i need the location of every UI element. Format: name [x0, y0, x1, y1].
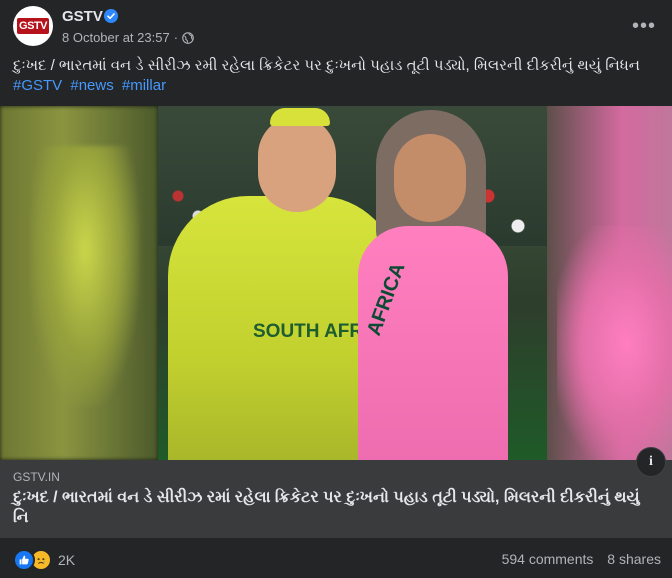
page-name-link[interactable]: GSTV: [62, 8, 103, 25]
shares-count[interactable]: 8 shares: [607, 551, 661, 567]
link-preview[interactable]: i GSTV.IN દુઃખદ / ભારતમાં વન ડે સીરીઝ રમ…: [0, 447, 672, 538]
gstv-logo: GSTV: [17, 18, 49, 34]
image-blur-right: [547, 106, 672, 460]
link-domain: GSTV.IN: [13, 470, 60, 484]
post-footer: 2K 594 comments 8 shares: [0, 538, 672, 578]
globe-icon[interactable]: [182, 31, 194, 44]
reactions-summary[interactable]: 2K: [13, 549, 75, 571]
verified-badge-icon: [104, 9, 118, 23]
post-hashtags: #GSTV #news #millar: [13, 76, 170, 96]
comments-count[interactable]: 594 comments: [502, 551, 594, 567]
post-meta: 8 October at 23:57 ·: [62, 30, 194, 45]
hashtag-millar[interactable]: #millar: [122, 77, 166, 94]
meta-separator: ·: [173, 30, 179, 45]
page-avatar[interactable]: GSTV: [13, 6, 53, 46]
cricketer-cap: [270, 108, 330, 126]
link-title[interactable]: દુઃખદ / ભારતમાં વન ડે સીરીઝ રમાં રહેલા ક…: [13, 488, 653, 528]
post-caption: દુઃખદ / ભારતમાં વન ડે સીરીઝ રમી રહેલા ક્…: [13, 57, 640, 74]
like-reaction-icon: [13, 549, 35, 571]
girl-jersey: [358, 226, 508, 460]
cricket-photo: SOUTH AFRICA AFRICA: [158, 106, 547, 460]
post-header: GSTV GSTV 8 October at 23:57 · •••: [0, 0, 672, 52]
image-blur-left: [0, 106, 158, 460]
reaction-count: 2K: [58, 552, 76, 568]
girl-face: [394, 134, 466, 222]
cricketer-face: [258, 116, 336, 212]
more-options-icon[interactable]: •••: [628, 10, 660, 42]
engagement-stats: 594 comments 8 shares: [502, 551, 661, 567]
info-icon[interactable]: i: [636, 447, 666, 477]
post-timestamp[interactable]: 8 October at 23:57: [62, 30, 170, 45]
hashtag-gstv[interactable]: #GSTV: [13, 77, 62, 94]
post-image[interactable]: SOUTH AFRICA AFRICA: [0, 106, 672, 460]
hashtag-news[interactable]: #news: [70, 77, 113, 94]
